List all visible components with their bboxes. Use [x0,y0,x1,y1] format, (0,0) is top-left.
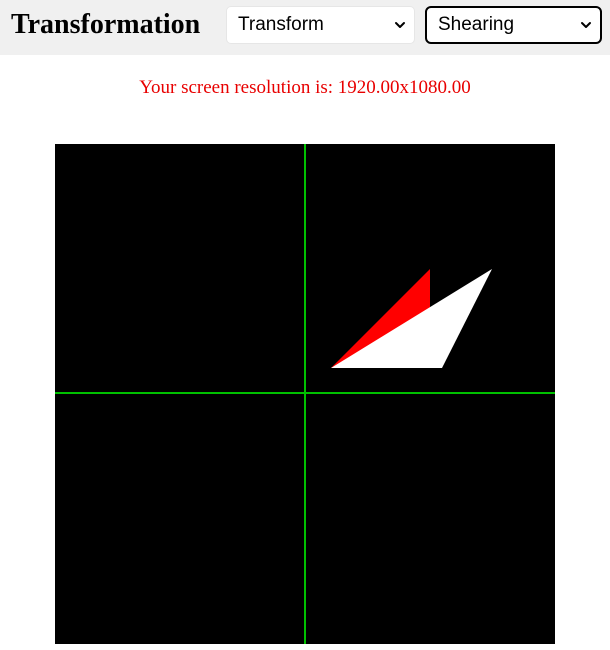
screen-resolution-text: Your screen resolution is: 1920.00x1080.… [139,77,471,98]
top-bar: Transformation Transform Shearing [0,0,610,55]
transform-type-select[interactable]: Transform [226,6,415,44]
canvas-svg [55,144,555,644]
chevron-down-icon [395,22,405,28]
drawing-canvas[interactable] [55,144,555,644]
transform-mode-select-value: Shearing [438,14,515,35]
app-title: Transformation [11,9,201,40]
transform-type-select-value: Transform [238,14,324,35]
chevron-down-icon [581,22,591,28]
transform-mode-select[interactable]: Shearing [425,6,602,44]
